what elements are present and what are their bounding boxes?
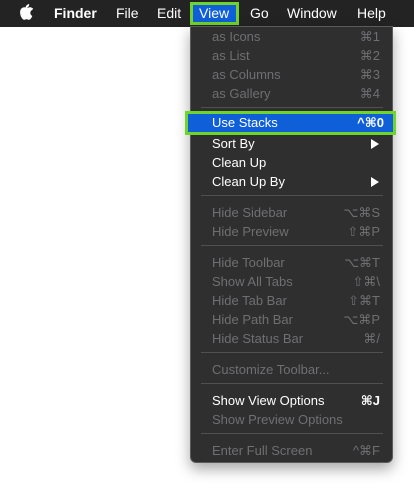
menu-edit[interactable]: Edit [157,0,181,27]
menu-item-label: as Icons [212,29,261,44]
menu-item-label: as Columns [212,67,281,82]
menu-separator [201,433,383,434]
menu-item-label: Hide Sidebar [212,205,288,220]
menu-item-label: Show Preview Options [212,412,343,427]
menu-item-as-list: as List ⌘2 [191,46,392,65]
menu-item-label: Enter Full Screen [212,443,313,458]
menu-item-hide-sidebar: Hide Sidebar ⌥⌘S [191,203,392,222]
menu-item-shortcut: ⌥⌘T [344,255,380,270]
menu-view[interactable]: View [199,0,229,27]
menu-item-show-all-tabs: Show All Tabs ⇧⌘\ [191,272,392,291]
menu-item-shortcut: ⌘4 [359,86,380,101]
menu-item-shortcut: ⌘3 [359,67,380,82]
menu-item-shortcut: ⌥⌘P [343,312,380,327]
menu-separator [201,107,383,108]
menu-separator [201,352,383,353]
menu-item-label: Hide Path Bar [212,312,293,327]
menu-item-shortcut: ⇧⌘\ [352,274,380,289]
menu-item-label: as List [212,48,250,63]
menu-item-label: Use Stacks [212,115,278,130]
menu-finder[interactable]: Finder [54,0,97,27]
menu-item-shortcut: ⇧⌘T [348,293,380,308]
menu-item-label: Hide Preview [212,224,289,239]
menu-item-shortcut: ⇧⌘P [347,224,380,239]
view-dropdown-menu: as Icons ⌘1 as List ⌘2 as Columns ⌘3 as … [185,26,396,463]
menu-item-label: Hide Tab Bar [212,293,287,308]
menu-item-hide-preview: Hide Preview ⇧⌘P [191,222,392,241]
menu-separator [201,383,383,384]
menu-item-label: Customize Toolbar... [212,362,330,377]
menu-item-clean-up[interactable]: Clean Up [191,153,392,172]
menu-go[interactable]: Go [250,0,269,27]
menu-item-label: Show View Options [212,393,325,408]
menu-window[interactable]: Window [287,0,337,27]
apple-logo-icon[interactable] [18,4,34,22]
menu-item-shortcut: ⌘2 [359,48,380,63]
submenu-arrow-icon [371,139,379,149]
menu-item-label: as Gallery [212,86,271,101]
menu-item-clean-up-by[interactable]: Clean Up By [191,172,392,191]
menu-item-label: Hide Toolbar [212,255,285,270]
menu-item-enter-full-screen: Enter Full Screen ^⌘F [191,441,392,460]
menu-item-shortcut: ⌘/ [363,331,380,346]
menu-item-hide-path-bar: Hide Path Bar ⌥⌘P [191,310,392,329]
menu-bar: Finder File Edit View Go Window Help [0,0,414,27]
menu-item-sort-by[interactable]: Sort By [191,134,392,153]
menu-item-hide-status-bar: Hide Status Bar ⌘/ [191,329,392,348]
menu-item-as-gallery: as Gallery ⌘4 [191,84,392,103]
menu-item-shortcut: ^⌘0 [357,115,384,130]
menu-help[interactable]: Help [357,0,386,27]
menu-item-customize-toolbar: Customize Toolbar... [191,360,392,379]
menu-item-show-view-options[interactable]: Show View Options ⌘J [191,391,392,410]
submenu-arrow-icon [371,177,379,187]
menu-separator [201,245,383,246]
menu-item-show-preview-options: Show Preview Options [191,410,392,429]
menu-item-label: Hide Status Bar [212,331,304,346]
menu-item-as-icons: as Icons ⌘1 [191,27,392,46]
menu-file[interactable]: File [116,0,139,27]
menu-item-as-columns: as Columns ⌘3 [191,65,392,84]
menu-item-label: Clean Up By [212,174,285,189]
menu-item-shortcut: ⌘J [360,393,380,408]
menu-item-hide-toolbar: Hide Toolbar ⌥⌘T [191,253,392,272]
menu-item-shortcut: ⌥⌘S [343,205,380,220]
menu-item-label: Sort By [212,136,255,151]
menu-item-use-stacks[interactable]: Use Stacks ^⌘0 [185,111,396,135]
menu-item-shortcut: ⌘1 [359,29,380,44]
menu-item-shortcut: ^⌘F [352,443,380,458]
menu-item-label: Clean Up [212,155,267,170]
menu-separator [201,195,383,196]
menu-item-hide-tab-bar: Hide Tab Bar ⇧⌘T [191,291,392,310]
menu-item-label: Show All Tabs [212,274,293,289]
